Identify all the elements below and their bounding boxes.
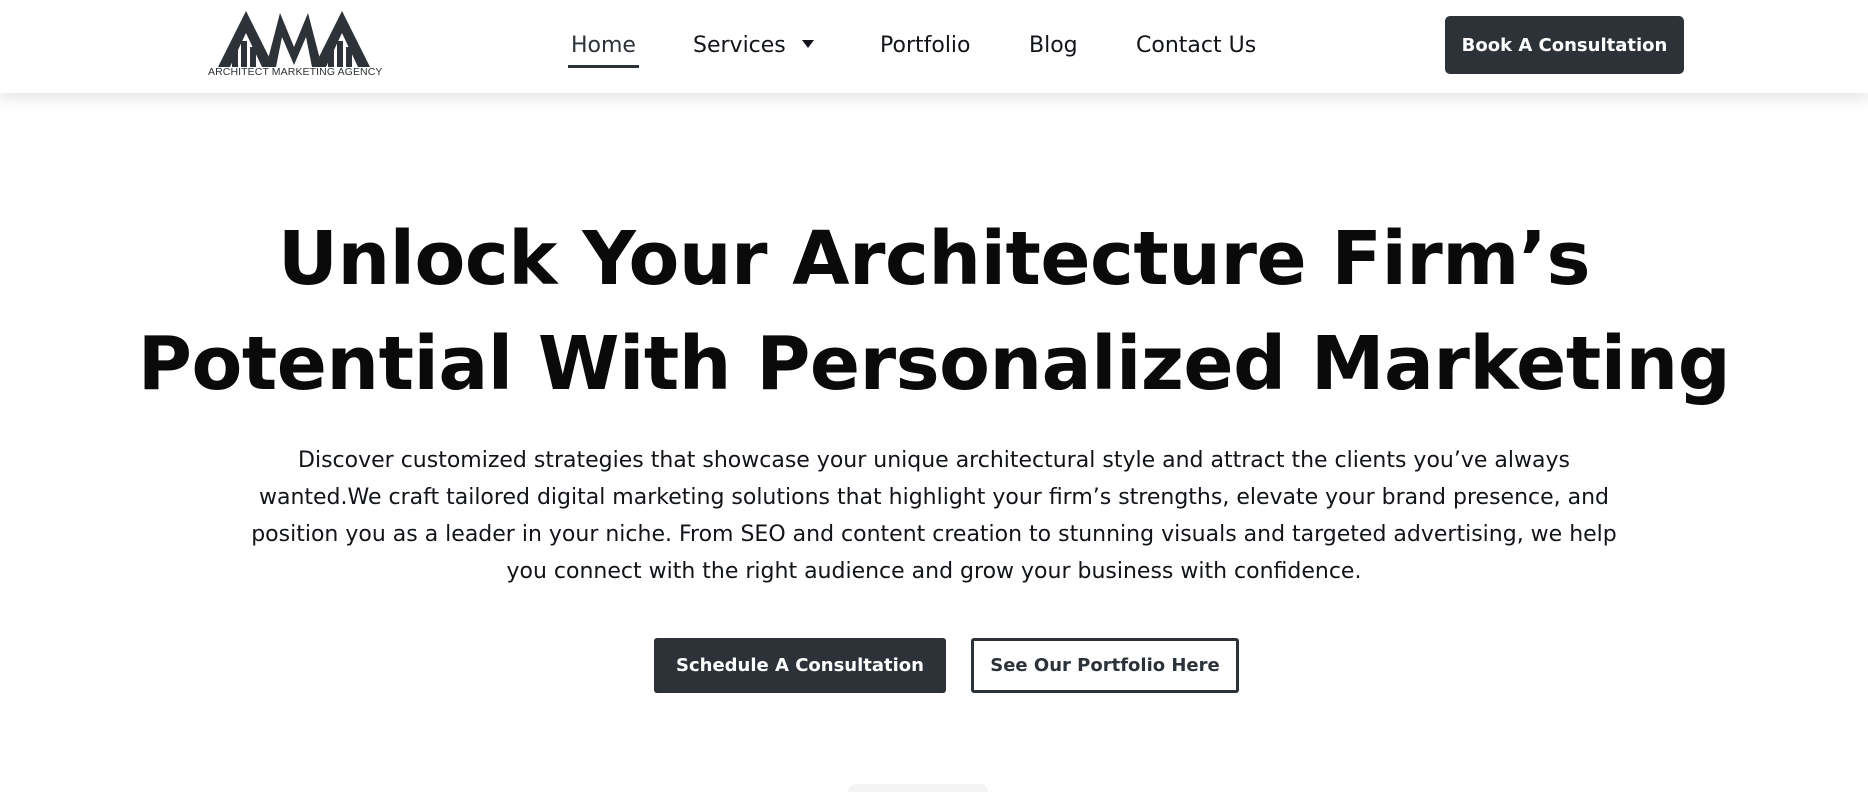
nav-item-label: Contact Us — [1136, 33, 1257, 58]
site-header: ARCHITECT MARKETING AGENCY Home Services… — [0, 0, 1868, 93]
hero-title-line-1: Unlock Your Architecture Firm’s — [277, 216, 1591, 302]
active-underline — [568, 65, 639, 68]
caret-down-icon[interactable] — [801, 40, 814, 48]
logo-mark-icon — [218, 11, 370, 67]
nav-item-contact-us[interactable]: Contact Us — [1136, 30, 1256, 64]
see-portfolio-button[interactable]: See Our Portfolio Here — [971, 638, 1239, 693]
section-divider — [848, 784, 988, 792]
nav-item-label: Home — [571, 33, 636, 58]
hero-description: Discover customized strategies that show… — [251, 448, 1617, 584]
nav-item-blog[interactable]: Blog — [1029, 30, 1078, 64]
logo[interactable]: ARCHITECT MARKETING AGENCY — [208, 9, 383, 81]
nav-item-label: Portfolio — [880, 33, 971, 58]
nav-item-services[interactable]: Services — [693, 30, 814, 64]
nav-item-portfolio[interactable]: Portfolio — [880, 30, 971, 64]
book-consultation-button[interactable]: Book A Consultation — [1445, 16, 1684, 74]
nav-item-label: Services — [693, 33, 786, 58]
nav-item-home[interactable]: Home — [568, 30, 639, 68]
hero-title-line-2: Potential With Personalized Marketing — [137, 321, 1731, 407]
schedule-consultation-button[interactable]: Schedule A Consultation — [654, 638, 946, 693]
nav-item-label: Blog — [1029, 33, 1078, 58]
logo-tagline: ARCHITECT MARKETING AGENCY — [208, 66, 383, 78]
hero-title: Unlock Your Architecture Firm’s Potentia… — [0, 207, 1868, 417]
